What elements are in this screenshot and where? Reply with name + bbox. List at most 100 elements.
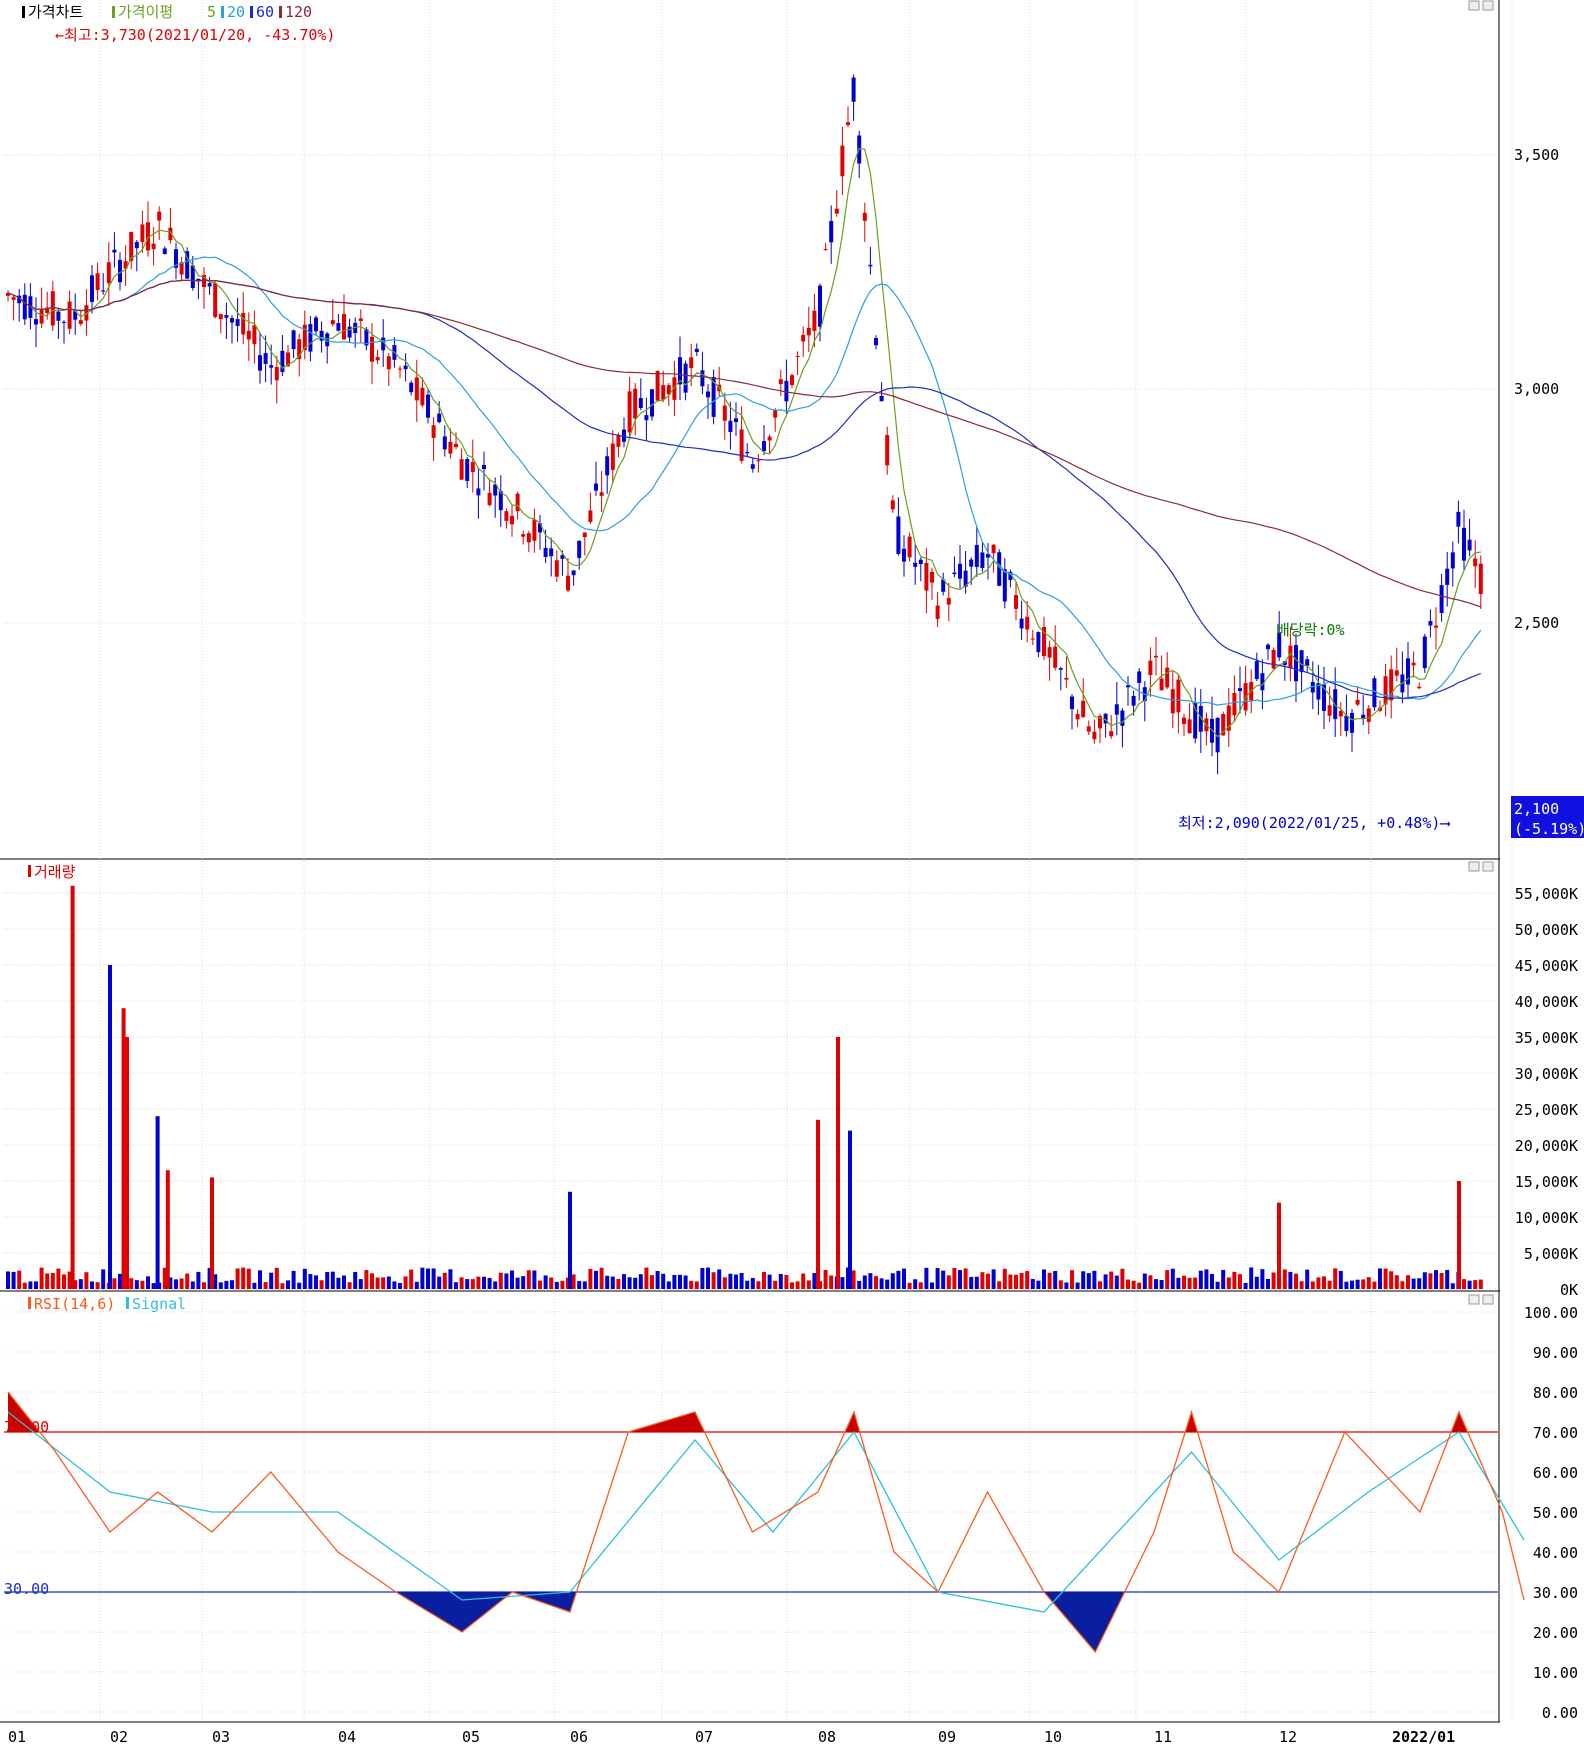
volume-spike-bar	[165, 1170, 170, 1289]
volume-bar	[493, 1281, 498, 1289]
candle-body	[510, 515, 514, 525]
volume-bar	[1333, 1268, 1338, 1289]
volume-bar	[39, 1267, 44, 1289]
candle-body	[1406, 658, 1410, 685]
candle-body	[134, 242, 139, 249]
legend-swatch	[250, 6, 253, 18]
x-tick-label: 02	[110, 1728, 128, 1746]
volume-panel-controls[interactable]	[1468, 861, 1494, 872]
volume-bar	[722, 1277, 727, 1289]
candle-body	[1417, 686, 1422, 689]
candle-body	[762, 441, 766, 452]
candle-body	[314, 317, 318, 332]
volume-bar	[638, 1274, 643, 1289]
candle-body	[50, 291, 55, 326]
candle-body	[1467, 539, 1472, 551]
volume-bar	[974, 1276, 979, 1289]
candle-body	[1030, 638, 1035, 640]
candle-body	[414, 377, 419, 401]
volume-tick-label: 30,000K	[1515, 1065, 1578, 1083]
volume-bar	[706, 1267, 710, 1289]
candle-body	[207, 283, 212, 287]
candle-body	[868, 264, 873, 267]
candle-body	[1271, 649, 1276, 669]
volume-bar	[381, 1277, 386, 1289]
candle-body	[812, 310, 817, 331]
volume-bar	[1198, 1270, 1203, 1289]
volume-bar	[689, 1280, 694, 1289]
candle-body	[683, 363, 688, 393]
legend-swatch	[279, 6, 282, 18]
price-tick-label: 3,500	[1514, 146, 1559, 164]
volume-bar	[1411, 1278, 1416, 1289]
candle-body	[157, 211, 162, 221]
volume-bar	[336, 1277, 341, 1289]
volume-bar	[924, 1267, 929, 1289]
candle-body	[1092, 731, 1097, 740]
grid-layer	[0, 0, 1513, 1723]
candle-body	[370, 336, 374, 362]
rsi-tick-label: 100.00	[1524, 1304, 1578, 1322]
volume-bar	[1120, 1268, 1125, 1289]
candle-body	[980, 552, 985, 568]
volume-spike-bar	[568, 1191, 572, 1289]
candle-body	[610, 443, 615, 470]
volume-bar	[829, 1275, 834, 1289]
candle-body	[750, 464, 755, 469]
candle-body	[1025, 616, 1030, 630]
rsi-panel-controls[interactable]	[1468, 1294, 1494, 1305]
volume-bar	[1159, 1280, 1164, 1289]
volume-bar	[1462, 1279, 1466, 1289]
volume-bar	[314, 1275, 318, 1289]
volume-bar	[1439, 1272, 1444, 1289]
rsi-overbought-fill	[8, 1392, 1500, 1432]
candle-body	[106, 262, 111, 284]
volume-bar	[134, 1280, 139, 1289]
candle-body	[330, 320, 335, 325]
volume-bar	[661, 1273, 666, 1289]
volume-bar	[941, 1270, 946, 1289]
volume-spike-bar	[816, 1119, 820, 1289]
volume-bar	[1098, 1281, 1102, 1289]
volume-bar	[1170, 1268, 1175, 1289]
volume-bar	[22, 1282, 27, 1289]
rsi-line	[7, 1391, 1525, 1654]
x-tick-label: 10	[1044, 1728, 1062, 1746]
volume-bar	[1266, 1278, 1270, 1289]
candle-body	[1159, 678, 1164, 691]
volume-bar	[28, 1281, 33, 1289]
candle-body	[140, 224, 145, 242]
volume-bar	[1064, 1282, 1069, 1289]
price-panel-controls[interactable]	[1468, 0, 1494, 11]
x-tick-label: 09	[938, 1728, 956, 1746]
volume-tick-label: 45,000K	[1515, 957, 1578, 975]
volume-bar	[1271, 1272, 1276, 1289]
candle-body	[689, 357, 694, 369]
volume-bar	[935, 1268, 940, 1289]
volume-bar	[375, 1277, 380, 1289]
ma120-line	[7, 279, 1481, 608]
volume-bar	[991, 1269, 996, 1289]
candle-body	[706, 391, 710, 398]
volume-bar	[386, 1276, 391, 1289]
candle-body	[790, 375, 794, 386]
volume-bar	[414, 1281, 419, 1289]
volume-bar	[745, 1280, 750, 1289]
volume-bar	[784, 1274, 789, 1289]
rsi-tick-label: 60.00	[1533, 1464, 1578, 1482]
candle-body	[991, 544, 996, 554]
candle-body	[1109, 731, 1114, 737]
volume-bar	[874, 1276, 878, 1289]
candle-body	[974, 545, 979, 567]
volume-bar	[454, 1282, 458, 1289]
volume-spike-bar	[848, 1130, 852, 1289]
candle-body	[426, 394, 430, 418]
candle-body	[235, 319, 240, 327]
volume-bar	[1070, 1270, 1074, 1289]
volume-bar	[1467, 1280, 1472, 1289]
volume-spike-bar	[1277, 1202, 1281, 1289]
candle-body	[638, 398, 643, 409]
volume-bar	[1182, 1275, 1186, 1289]
volume-bar	[56, 1268, 61, 1289]
volume-bar	[420, 1267, 425, 1289]
